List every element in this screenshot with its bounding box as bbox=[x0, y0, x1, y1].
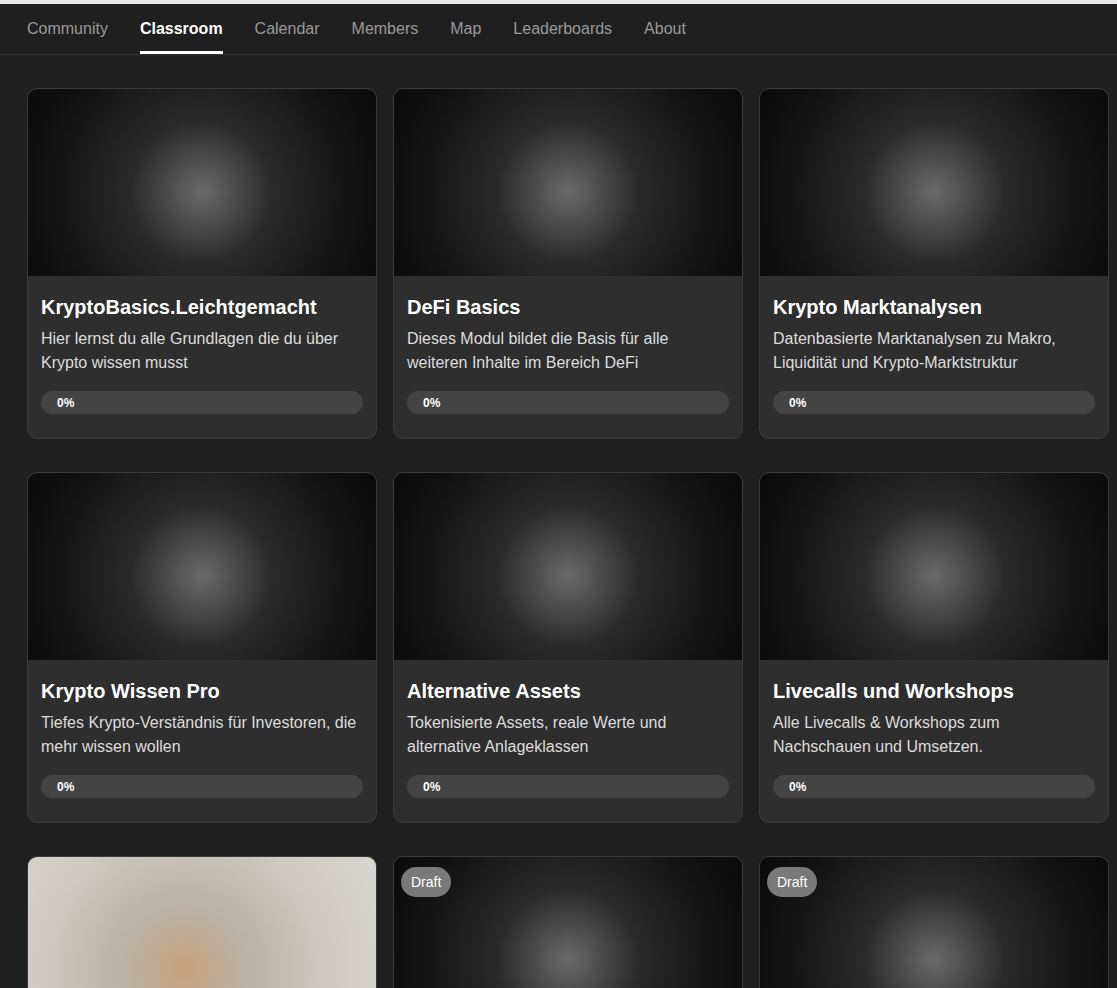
nav-tab[interactable]: Community bbox=[27, 4, 108, 54]
course-description: Tokenisierte Assets, reale Werte und alt… bbox=[407, 711, 729, 759]
course-cover bbox=[760, 473, 1108, 660]
course-card[interactable]: Livecalls und Workshops Alle Livecalls & … bbox=[759, 472, 1109, 823]
course-title: Krypto Wissen Pro bbox=[41, 679, 363, 703]
progress-bar: 0% bbox=[41, 775, 363, 798]
course-cover bbox=[394, 89, 742, 276]
course-cover bbox=[28, 89, 376, 276]
course-card[interactable]: Krypto Marktanalysen Datenbasierte Markta… bbox=[759, 88, 1109, 439]
course-body: Alternative Assets Tokenisierte Assets, r… bbox=[394, 660, 742, 822]
course-title: Alternative Assets bbox=[407, 679, 729, 703]
draft-badge: Draft bbox=[401, 867, 451, 897]
course-description: Tiefes Krypto-Verständnis für Investoren… bbox=[41, 711, 363, 759]
nav-tab[interactable]: About bbox=[644, 4, 686, 54]
course-description: Alle Livecalls & Workshops zum Nachschau… bbox=[773, 711, 1095, 759]
progress-bar: 0% bbox=[407, 775, 729, 798]
course-card[interactable]: Draft bbox=[393, 856, 743, 988]
course-card[interactable]: Alternative Assets Tokenisierte Assets, r… bbox=[393, 472, 743, 823]
course-card[interactable]: KryptoBasics.Leichtgemacht Hier lernst du… bbox=[27, 88, 377, 439]
draft-badge: Draft bbox=[767, 867, 817, 897]
course-title: Livecalls und Workshops bbox=[773, 679, 1095, 703]
course-body: Livecalls und Workshops Alle Livecalls & … bbox=[760, 660, 1108, 822]
nav-tab[interactable]: Leaderboards bbox=[513, 4, 612, 54]
course-card[interactable]: Draft bbox=[759, 856, 1109, 988]
course-body: Krypto Marktanalysen Datenbasierte Markta… bbox=[760, 276, 1108, 438]
course-cover bbox=[394, 473, 742, 660]
classroom-page: Community Classroom Calendar Members Map Lead… bbox=[0, 0, 1117, 988]
course-description: Hier lernst du alle Grundlagen die du üb… bbox=[41, 327, 363, 375]
course-body: KryptoBasics.Leichtgemacht Hier lernst du… bbox=[28, 276, 376, 438]
course-cover bbox=[28, 473, 376, 660]
progress-bar: 0% bbox=[41, 391, 363, 414]
course-body: DeFi Basics Dieses Modul bildet die Basis… bbox=[394, 276, 742, 438]
progress-label: 0% bbox=[773, 396, 806, 410]
course-cover bbox=[28, 857, 376, 988]
progress-bar: 0% bbox=[773, 391, 1095, 414]
progress-label: 0% bbox=[407, 780, 440, 794]
course-card[interactable] bbox=[27, 856, 377, 988]
progress-label: 0% bbox=[41, 396, 74, 410]
course-title: DeFi Basics bbox=[407, 295, 729, 319]
nav-tab[interactable]: Classroom bbox=[140, 4, 223, 54]
progress-label: 0% bbox=[407, 396, 440, 410]
nav-tabs: Community Classroom Calendar Members Map Lead… bbox=[0, 4, 1117, 55]
nav-tab[interactable]: Calendar bbox=[255, 4, 320, 54]
course-body: Krypto Wissen Pro Tiefes Krypto-Verständn… bbox=[28, 660, 376, 822]
nav-tab[interactable]: Map bbox=[450, 4, 481, 54]
course-title: Krypto Marktanalysen bbox=[773, 295, 1095, 319]
course-cover bbox=[760, 89, 1108, 276]
progress-label: 0% bbox=[773, 780, 806, 794]
course-description: Datenbasierte Marktanalysen zu Makro, Li… bbox=[773, 327, 1095, 375]
nav-tab[interactable]: Members bbox=[352, 4, 419, 54]
course-description: Dieses Modul bildet die Basis für alle w… bbox=[407, 327, 729, 375]
course-card[interactable]: Krypto Wissen Pro Tiefes Krypto-Verständn… bbox=[27, 472, 377, 823]
progress-bar: 0% bbox=[773, 775, 1095, 798]
progress-label: 0% bbox=[41, 780, 74, 794]
course-grid: KryptoBasics.Leichtgemacht Hier lernst du… bbox=[0, 55, 1117, 988]
course-card[interactable]: DeFi Basics Dieses Modul bildet die Basis… bbox=[393, 88, 743, 439]
course-title: KryptoBasics.Leichtgemacht bbox=[41, 295, 363, 319]
progress-bar: 0% bbox=[407, 391, 729, 414]
